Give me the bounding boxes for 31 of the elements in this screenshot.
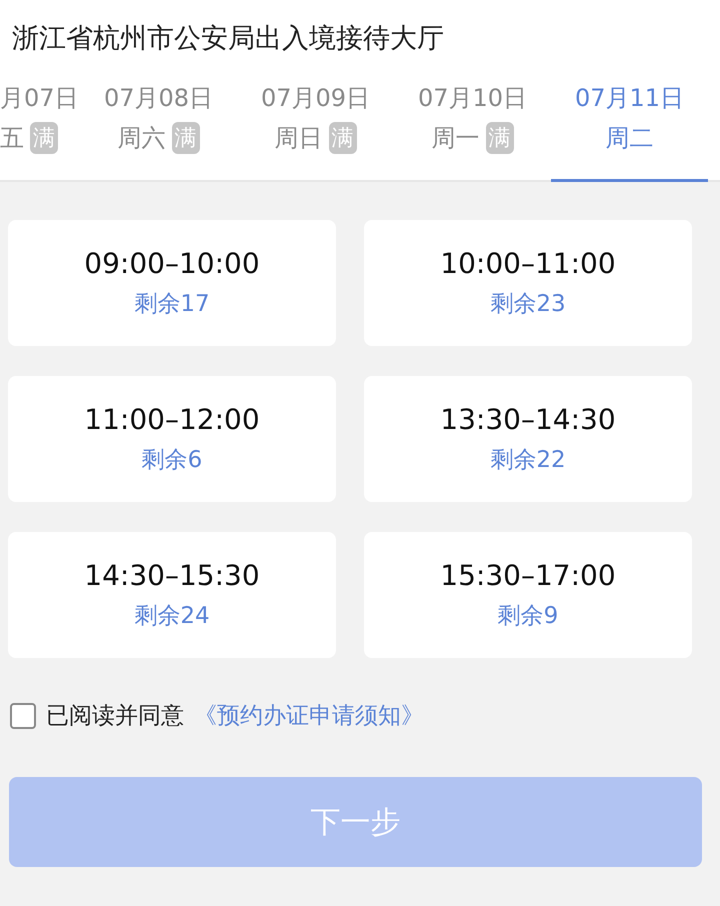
time-slot-card[interactable]: 13:30–14:30 剩余22	[364, 376, 692, 502]
full-badge: 满	[172, 122, 200, 154]
agreement-checkbox[interactable]	[10, 702, 36, 728]
date-tab[interactable]: 07月10日 周一 满	[394, 70, 551, 182]
date-tab[interactable]: 07月11日 周二	[551, 70, 708, 182]
date-tab[interactable]: 07月08日 周六 满	[80, 70, 237, 182]
slot-remaining: 剩余24	[134, 602, 210, 631]
slot-remaining: 剩余23	[490, 290, 566, 319]
full-badge: 满	[30, 122, 58, 154]
slot-time: 13:30–14:30	[440, 403, 616, 436]
slot-remaining: 剩余6	[142, 446, 202, 475]
slot-remaining: 剩余9	[498, 602, 558, 631]
page-title: 浙江省杭州市公安局出入境接待大厅	[11, 22, 445, 56]
slot-remaining: 剩余22	[490, 446, 566, 475]
slot-remaining: 剩余17	[134, 290, 210, 319]
date-tab[interactable]: 月07日 五 满	[0, 70, 80, 182]
time-slot-card[interactable]: 09:00–10:00 剩余17	[8, 220, 336, 346]
full-badge: 满	[328, 122, 356, 154]
terms-link[interactable]: 《预约办证申请须知》	[194, 700, 424, 731]
time-slot-card[interactable]: 15:30–17:00 剩余9	[364, 532, 692, 658]
slot-time: 09:00–10:00	[84, 247, 260, 280]
slot-time: 10:00–11:00	[440, 247, 616, 280]
time-slot-card[interactable]: 11:00–12:00 剩余6	[8, 376, 336, 502]
time-slot-card[interactable]: 14:30–15:30 剩余24	[8, 532, 336, 658]
date-tab[interactable]: 07月09日 周日 满	[237, 70, 394, 182]
agreement-label: 已阅读并同意	[46, 702, 184, 731]
full-badge: 满	[486, 122, 514, 154]
slot-time: 11:00–12:00	[84, 403, 260, 436]
slot-time: 15:30–17:00	[440, 559, 616, 592]
slot-time: 14:30–15:30	[84, 559, 260, 592]
time-slot-card[interactable]: 10:00–11:00 剩余23	[364, 220, 692, 346]
